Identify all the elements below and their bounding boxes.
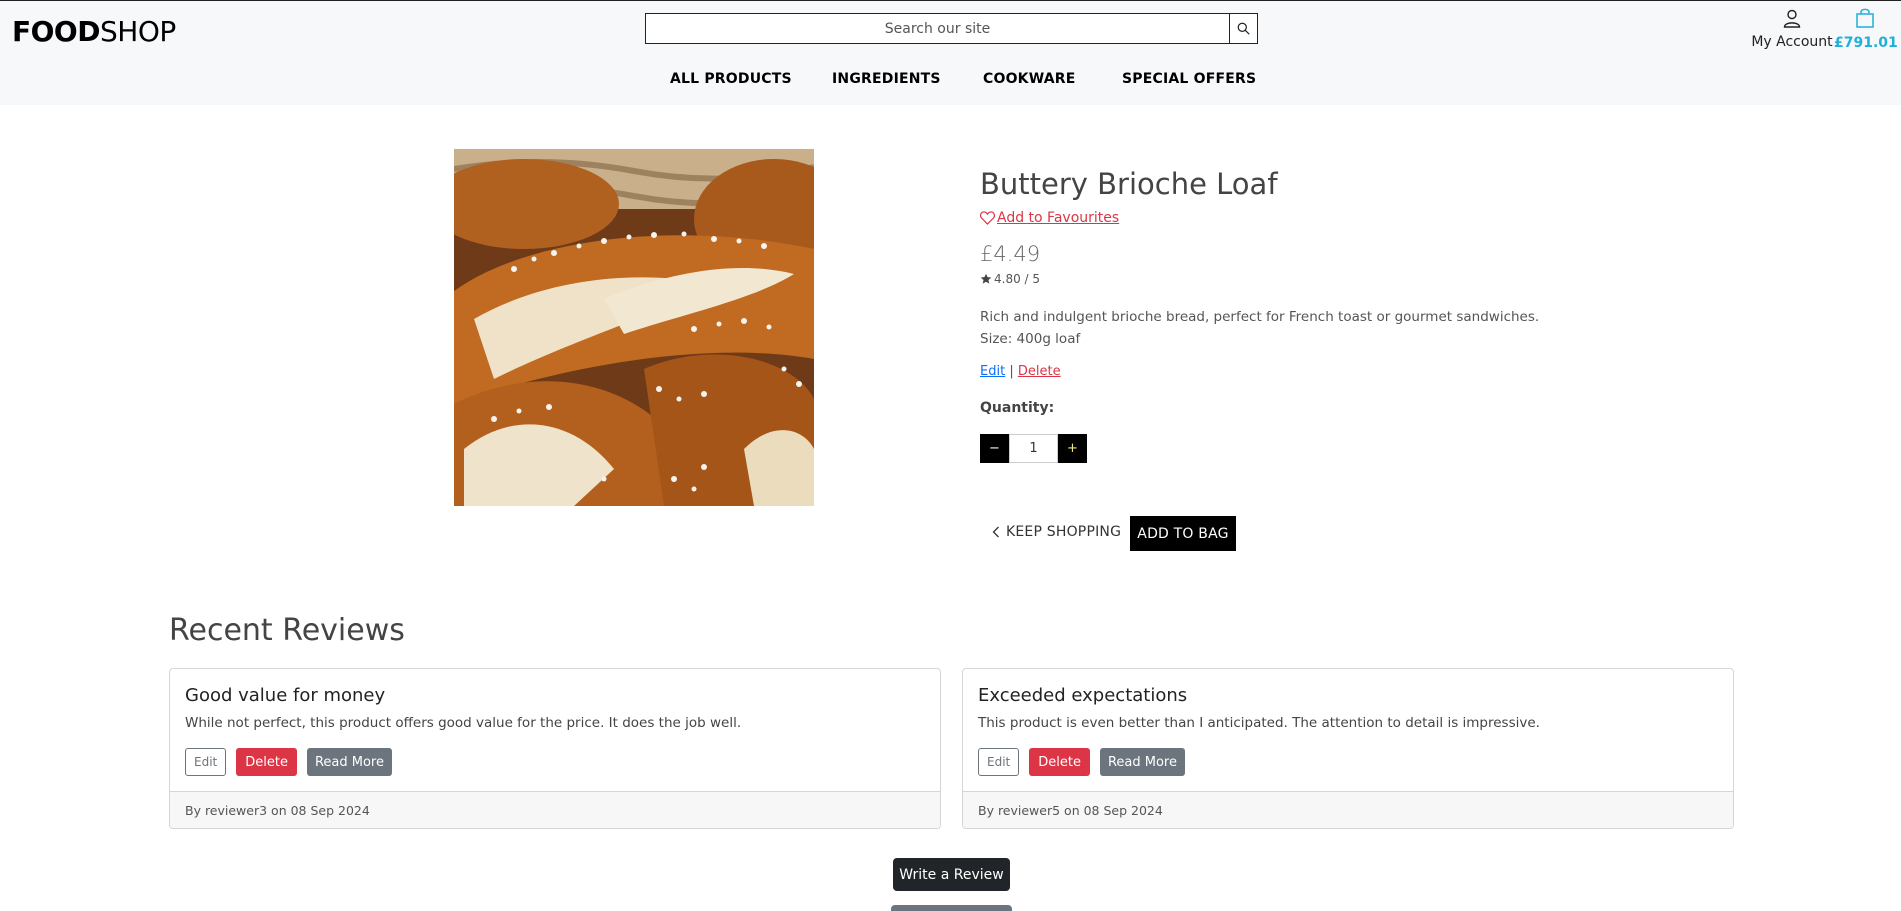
product-price: £4.49: [980, 242, 1041, 266]
my-account-link[interactable]: My Account: [1746, 9, 1838, 50]
quantity-input[interactable]: 1: [1009, 434, 1058, 463]
edit-product-link[interactable]: Edit: [980, 364, 1005, 379]
user-icon: [1783, 9, 1801, 28]
nav-ingredients[interactable]: INGREDIENTS: [832, 71, 941, 87]
add-to-favourites-link[interactable]: Add to Favourites: [980, 210, 1119, 226]
heart-icon: [980, 211, 995, 225]
review-title: Exceeded expectations: [978, 685, 1188, 706]
decrement-button[interactable]: −: [980, 434, 1009, 463]
main-nav: ALL PRODUCTS INGREDIENTS COOKWARE SPECIA…: [0, 71, 1901, 91]
star-icon: [980, 273, 992, 284]
partial-button-below[interactable]: [891, 905, 1012, 911]
shopping-bag-link[interactable]: £791.01: [1834, 7, 1898, 51]
read-more-button[interactable]: Read More: [306, 748, 392, 776]
review-actions: Edit Delete Read More: [978, 748, 1185, 776]
write-review-button[interactable]: Write a Review: [893, 858, 1010, 891]
increment-button[interactable]: +: [1058, 434, 1087, 463]
search-input[interactable]: [646, 14, 1229, 43]
nav-special-offers[interactable]: SPECIAL OFFERS: [1122, 71, 1256, 87]
product-image: [454, 149, 814, 506]
separator: |: [1009, 364, 1014, 379]
search-bar: [645, 13, 1258, 44]
delete-review-button[interactable]: Delete: [1029, 748, 1090, 776]
read-more-button[interactable]: Read More: [1099, 748, 1185, 776]
review-title: Good value for money: [185, 685, 386, 706]
search-button[interactable]: [1229, 14, 1257, 43]
shopping-bag-icon: [1856, 8, 1874, 28]
search-icon: [1237, 22, 1250, 35]
review-footer: By reviewer5 on 08 Sep 2024: [963, 791, 1733, 828]
quantity-stepper: − 1 +: [980, 434, 1087, 463]
product-size: Size: 400g loaf: [980, 331, 1081, 347]
favourites-label: Add to Favourites: [997, 210, 1120, 226]
product-admin-links: Edit | Delete: [980, 364, 1061, 379]
keep-shopping-label: KEEP SHOPPING: [1006, 524, 1122, 540]
review-footer: By reviewer3 on 08 Sep 2024: [170, 791, 940, 828]
quantity-label: Quantity:: [980, 400, 1055, 416]
delete-product-link[interactable]: Delete: [1018, 364, 1061, 379]
nav-all-products[interactable]: ALL PRODUCTS: [670, 71, 792, 87]
account-label: My Account: [1751, 34, 1833, 50]
edit-review-button[interactable]: Edit: [185, 748, 227, 776]
bag-total: £791.01: [1834, 35, 1898, 51]
chevron-left-icon: [992, 526, 999, 538]
nav-cookware[interactable]: COOKWARE: [983, 71, 1076, 87]
keep-shopping-link[interactable]: KEEP SHOPPING: [992, 524, 1121, 540]
edit-review-button[interactable]: Edit: [978, 748, 1020, 776]
add-to-bag-button[interactable]: ADD TO BAG: [1130, 516, 1236, 551]
logo-bold: FOOD: [12, 15, 100, 48]
review-actions: Edit Delete Read More: [185, 748, 392, 776]
logo-regular: SHOP: [99, 15, 176, 48]
rating-value: 4.80 / 5: [994, 272, 1041, 286]
product-title: Buttery Brioche Loaf: [980, 167, 1278, 201]
review-text: While not perfect, this product offers g…: [185, 715, 742, 731]
site-logo[interactable]: FOODSHOP: [12, 15, 176, 48]
delete-review-button[interactable]: Delete: [236, 748, 297, 776]
product-description: Rich and indulgent brioche bread, perfec…: [980, 306, 1539, 350]
review-card: Good value for money While not perfect, …: [169, 668, 941, 829]
review-text: This product is even better than I antic…: [978, 715, 1540, 731]
site-header: FOODSHOP My Account £791.01 ALL PRODUCTS…: [0, 0, 1901, 105]
review-card: Exceeded expectations This product is ev…: [962, 668, 1734, 829]
product-rating: 4.80 / 5: [980, 272, 1040, 286]
description-text: Rich and indulgent brioche bread, perfec…: [980, 309, 1540, 325]
reviews-heading: Recent Reviews: [169, 613, 405, 648]
